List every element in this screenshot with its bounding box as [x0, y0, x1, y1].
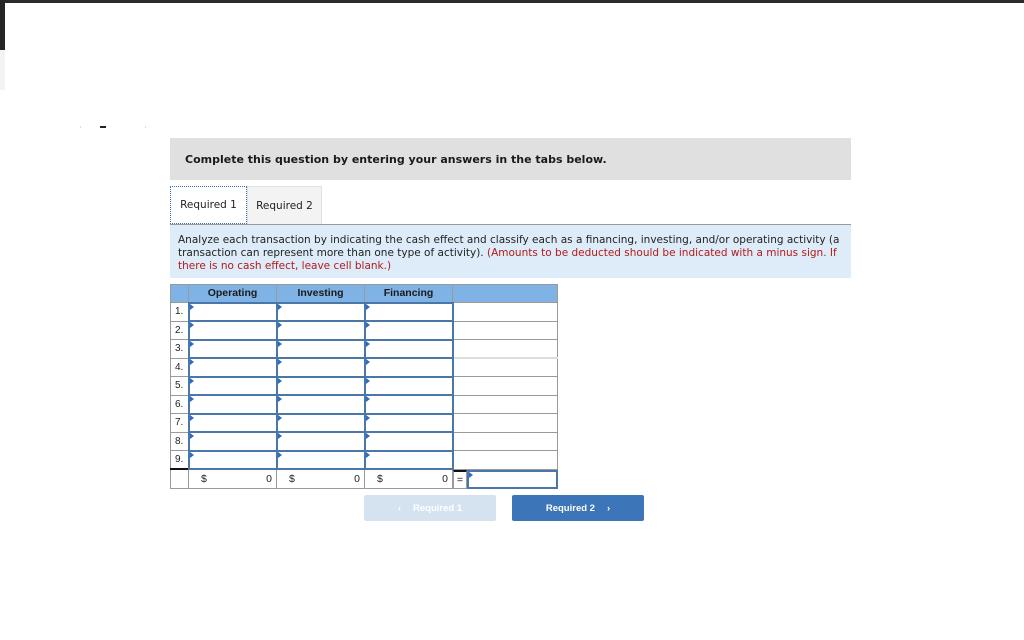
table-row: 8.: [170, 431, 558, 452]
header-extra: [452, 284, 558, 303]
extra-cell: [452, 413, 558, 433]
window-top-bar: [0, 0, 1024, 3]
total-operating: $0: [188, 468, 277, 489]
financing-input[interactable]: [363, 320, 454, 341]
total-value: 0: [442, 473, 448, 485]
prev-label: Required 1: [413, 502, 463, 514]
total-value: 0: [354, 473, 360, 485]
table-row: 2.: [170, 320, 558, 341]
operating-input[interactable]: [187, 357, 278, 378]
financing-input[interactable]: [363, 394, 454, 415]
total-result-wrap: =: [453, 469, 558, 489]
extra-cell: [452, 320, 558, 340]
tab-required-1[interactable]: Required 1: [170, 186, 247, 224]
row-number: 1.: [170, 302, 189, 322]
row-number: 8.: [170, 431, 189, 451]
table-row: 4.: [170, 357, 558, 378]
extra-cell: [452, 357, 558, 377]
row-number: 9.: [170, 450, 189, 470]
total-financing: $0: [364, 468, 453, 489]
investing-input[interactable]: [275, 320, 366, 341]
extra-cell: [452, 339, 558, 359]
operating-input[interactable]: [187, 449, 278, 470]
total-value: 0: [266, 473, 272, 485]
tab-label: Required 2: [256, 199, 313, 212]
operating-input[interactable]: [187, 338, 278, 359]
header-investing: Investing: [276, 284, 365, 303]
chevron-left-icon: ‹: [397, 502, 402, 514]
operating-input[interactable]: [187, 394, 278, 415]
equals-sign: =: [453, 469, 467, 489]
extra-cell: [452, 394, 558, 414]
table-row: 3.: [170, 338, 558, 359]
header-operating: Operating: [188, 284, 277, 303]
totals-row: $0 $0 $0 =: [170, 468, 558, 489]
currency: $: [377, 473, 383, 485]
next-required-2-button[interactable]: Required 2 ›: [512, 495, 644, 521]
cash-flow-table: Operating Investing Financing 1. 2. 3. 4. 5.…: [170, 284, 558, 489]
row-number: 7.: [170, 413, 189, 433]
extra-cell: [452, 450, 558, 470]
financing-input[interactable]: [363, 449, 454, 470]
row-number: 6.: [170, 394, 189, 414]
tab-label: Required 1: [180, 199, 237, 211]
financing-input[interactable]: [363, 357, 454, 378]
prev-required-1-button[interactable]: ‹ Required 1: [364, 495, 496, 521]
financing-input[interactable]: [363, 431, 454, 452]
divider-mark: [145, 126, 146, 128]
instruction-banner: Complete this question by entering your …: [170, 138, 851, 180]
operating-input[interactable]: [187, 375, 278, 396]
input-marker-icon: [469, 471, 473, 478]
investing-input[interactable]: [275, 449, 366, 470]
operating-input[interactable]: [187, 412, 278, 433]
chevron-right-icon: ›: [606, 502, 611, 514]
operating-input[interactable]: [187, 301, 278, 322]
total-result-input[interactable]: [467, 469, 558, 489]
divider-mark: [80, 126, 81, 128]
window-left-edge: [0, 0, 5, 50]
row-number: 5.: [170, 376, 189, 396]
financing-input[interactable]: [363, 375, 454, 396]
financing-input[interactable]: [363, 301, 454, 322]
question-panel: Analyze each transaction by indicating t…: [170, 224, 851, 278]
header-financing: Financing: [364, 284, 453, 303]
operating-input[interactable]: [187, 320, 278, 341]
investing-input[interactable]: [275, 412, 366, 433]
operating-input[interactable]: [187, 431, 278, 452]
extra-cell: [452, 302, 558, 322]
row-number: 2.: [170, 320, 189, 340]
extra-cell: [452, 376, 558, 396]
table-header-row: Operating Investing Financing: [170, 284, 558, 303]
financing-input[interactable]: [363, 338, 454, 359]
currency: $: [289, 473, 295, 485]
header-blank: [170, 284, 189, 303]
extra-cell: [452, 431, 558, 451]
tab-required-2[interactable]: Required 2: [247, 186, 322, 224]
investing-input[interactable]: [275, 431, 366, 452]
totals-label: [170, 468, 189, 489]
instruction-text: Complete this question by entering your …: [185, 152, 607, 166]
investing-input[interactable]: [275, 338, 366, 359]
table-row: 9.: [170, 449, 558, 470]
investing-input[interactable]: [275, 301, 366, 322]
table-row: 5.: [170, 375, 558, 396]
row-number: 3.: [170, 339, 189, 359]
financing-input[interactable]: [363, 412, 454, 433]
currency: $: [201, 473, 207, 485]
row-number: 4.: [170, 357, 189, 377]
window-left-edge-light: [0, 50, 5, 90]
next-label: Required 2: [545, 502, 595, 514]
table-row: 7.: [170, 412, 558, 433]
investing-input[interactable]: [275, 375, 366, 396]
tab-bar: Required 1 Required 2: [170, 186, 322, 224]
table-row: 6.: [170, 394, 558, 415]
investing-input[interactable]: [275, 394, 366, 415]
investing-input[interactable]: [275, 357, 366, 378]
total-investing: $0: [276, 468, 365, 489]
dash-mark: [100, 126, 106, 128]
table-row: 1.: [170, 301, 558, 322]
